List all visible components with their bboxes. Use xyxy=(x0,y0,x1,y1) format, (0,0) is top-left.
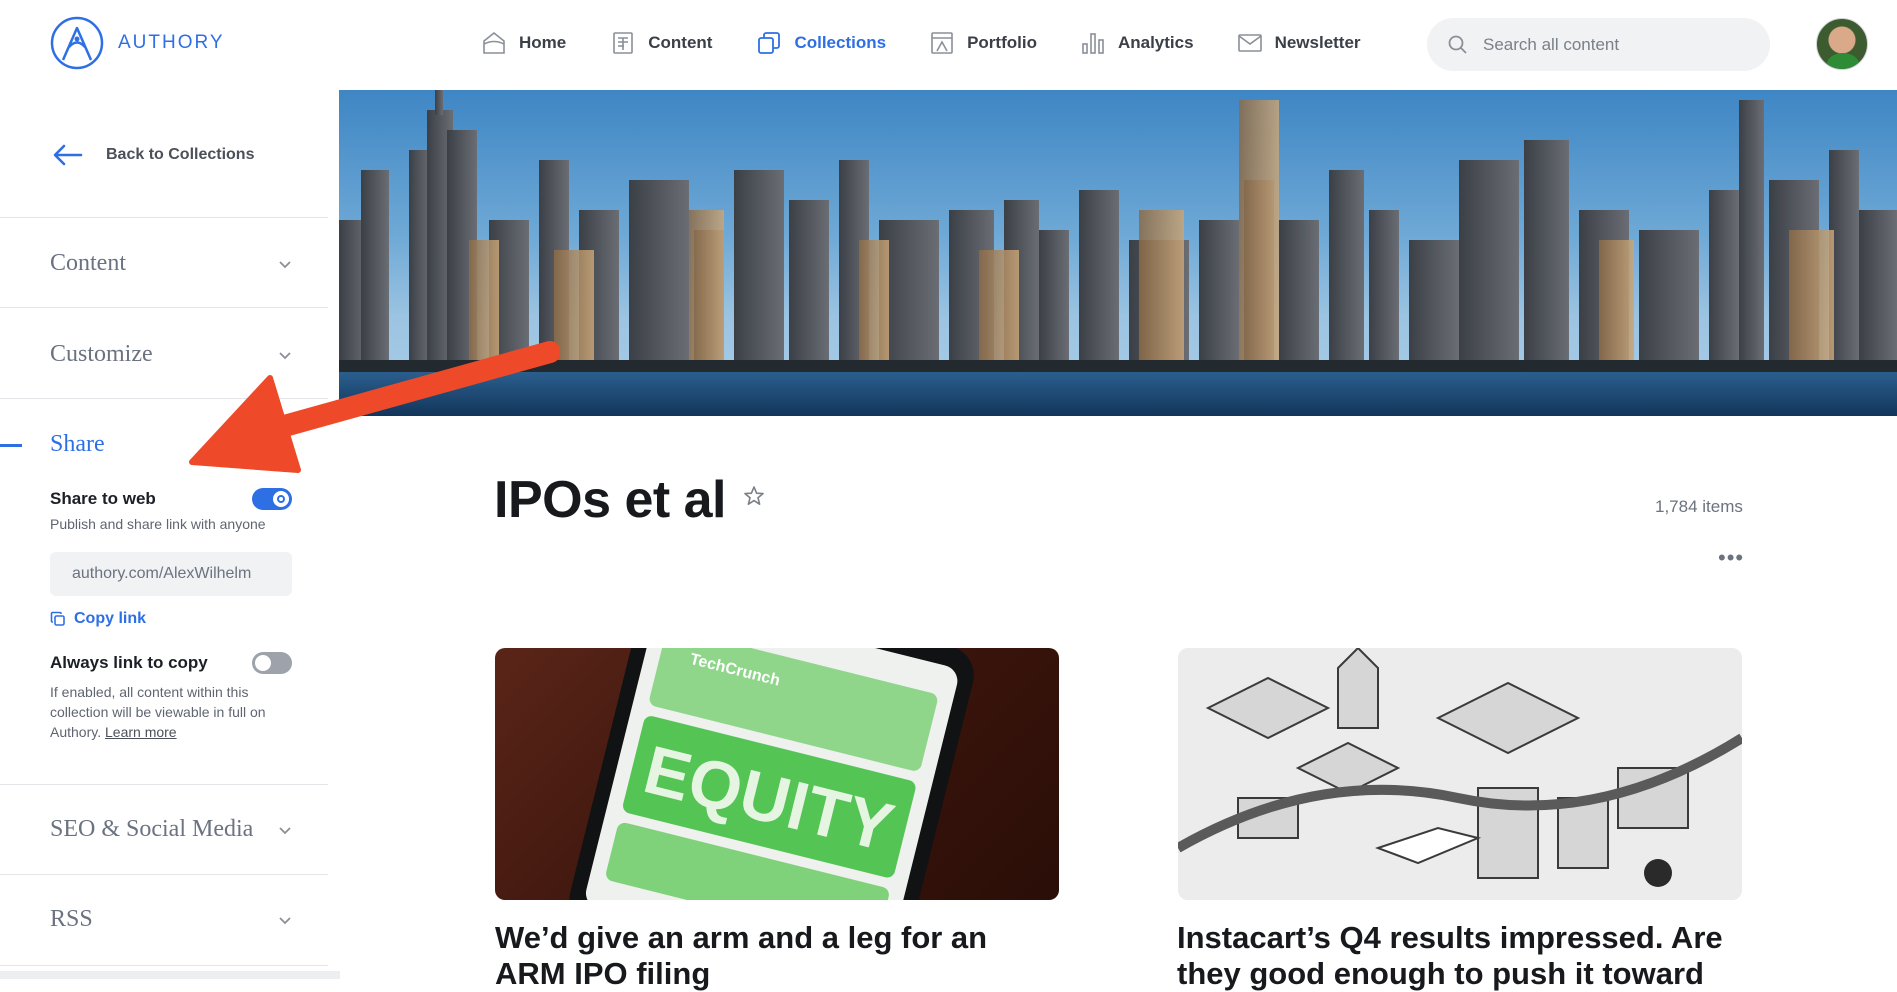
share-link-field[interactable] xyxy=(50,552,292,596)
section-rss-label: RSS xyxy=(50,906,93,932)
search-icon xyxy=(1448,35,1467,54)
copy-link-label: Copy link xyxy=(74,610,147,627)
chevron-down-icon xyxy=(279,826,291,834)
section-share-toggle[interactable]: Share xyxy=(50,431,292,458)
nav-collections-label: Collections xyxy=(794,33,887,52)
chevron-down-icon xyxy=(279,260,291,268)
nav-portfolio[interactable]: Portfolio xyxy=(929,30,1037,56)
chevron-down-icon xyxy=(279,916,291,924)
item-count: 1,784 items xyxy=(1655,497,1743,516)
equity-podcast-phone-image: EQUITY TechCrunch xyxy=(569,648,974,900)
article-card-image[interactable] xyxy=(1178,648,1742,900)
divider xyxy=(0,217,328,218)
search-box[interactable] xyxy=(1427,18,1770,71)
section-rss-toggle[interactable]: RSS xyxy=(50,906,292,933)
always-link-hint: If enabled, all content within this coll… xyxy=(50,682,292,742)
divider xyxy=(0,398,328,399)
divider xyxy=(0,784,328,785)
analytics-icon xyxy=(1082,33,1104,54)
always-link-label: Always link to copy xyxy=(50,653,208,672)
always-link-toggle[interactable] xyxy=(252,652,292,674)
learn-more-link[interactable]: Learn more xyxy=(105,724,177,740)
share-to-web-hint: Publish and share link with anyone xyxy=(50,516,266,532)
nav-collections[interactable]: Collections xyxy=(756,30,886,56)
arrow-left-icon xyxy=(53,144,83,166)
share-to-web-label: Share to web xyxy=(50,489,156,508)
authory-logo-icon xyxy=(50,16,104,70)
city-skyline-image xyxy=(339,90,1897,416)
more-options-icon[interactable]: ••• xyxy=(1718,547,1744,569)
article-card-image[interactable]: EQUITY TechCrunch xyxy=(495,648,1059,900)
user-avatar[interactable] xyxy=(1816,18,1868,70)
active-section-indicator xyxy=(0,444,22,447)
section-seo-label: SEO & Social Media xyxy=(50,816,254,842)
authory-logo[interactable]: AUTHORY xyxy=(50,16,225,70)
share-settings-panel: Share to web Publish and share link with… xyxy=(50,488,292,742)
nav-home[interactable]: Home xyxy=(481,30,566,56)
star-icon[interactable] xyxy=(743,485,765,507)
share-to-web-toggle[interactable] xyxy=(252,488,292,510)
nav-analytics-label: Analytics xyxy=(1117,33,1194,52)
home-icon xyxy=(483,31,505,54)
nav-content-label: Content xyxy=(648,33,713,52)
horizontal-scrollbar[interactable] xyxy=(0,971,340,979)
chevron-down-icon xyxy=(279,351,291,359)
copy-icon xyxy=(50,611,65,626)
collection-settings-sidebar: Back to Collections Content Customize Sh… xyxy=(0,90,340,979)
nav-content[interactable]: Content xyxy=(610,30,712,56)
portfolio-icon xyxy=(931,32,953,54)
section-customize-toggle[interactable]: Customize xyxy=(50,341,292,368)
article-card-title[interactable]: We’d give an arm and a leg for an ARM IP… xyxy=(495,920,1065,992)
nav-portfolio-label: Portfolio xyxy=(967,33,1037,52)
brand-name: AUTHORY xyxy=(118,32,225,53)
divider xyxy=(0,874,328,875)
section-seo-toggle[interactable]: SEO & Social Media xyxy=(50,816,292,843)
top-navigation-bar: AUTHORY Home Content Collections Portfol… xyxy=(0,0,1897,90)
collection-cover-image xyxy=(339,90,1897,416)
nav-home-label: Home xyxy=(519,33,567,52)
chevron-up-icon xyxy=(279,441,291,449)
isometric-city-illustration xyxy=(1178,648,1742,900)
divider xyxy=(0,307,328,308)
collections-icon xyxy=(758,32,781,54)
back-to-collections-label: Back to Collections xyxy=(106,146,255,163)
section-share-label: Share xyxy=(50,431,105,457)
collection-title: IPOs et al xyxy=(494,471,727,529)
search-input[interactable] xyxy=(1483,34,1743,55)
nav-newsletter[interactable]: Newsletter xyxy=(1237,30,1361,56)
back-to-collections-link[interactable]: Back to Collections xyxy=(52,143,254,167)
section-content-label: Content xyxy=(50,250,126,276)
mail-icon xyxy=(1237,34,1262,52)
document-icon xyxy=(613,32,634,54)
section-content-toggle[interactable]: Content xyxy=(50,250,292,277)
divider xyxy=(0,965,328,966)
nav-analytics[interactable]: Analytics xyxy=(1080,30,1194,56)
copy-link-button[interactable]: Copy link xyxy=(50,610,292,628)
main-nav: Home Content Collections Portfolio Analy… xyxy=(481,26,1361,60)
nav-newsletter-label: Newsletter xyxy=(1274,33,1361,52)
article-card-title[interactable]: Instacart’s Q4 results impressed. Are th… xyxy=(1177,920,1747,992)
section-customize-label: Customize xyxy=(50,341,153,367)
